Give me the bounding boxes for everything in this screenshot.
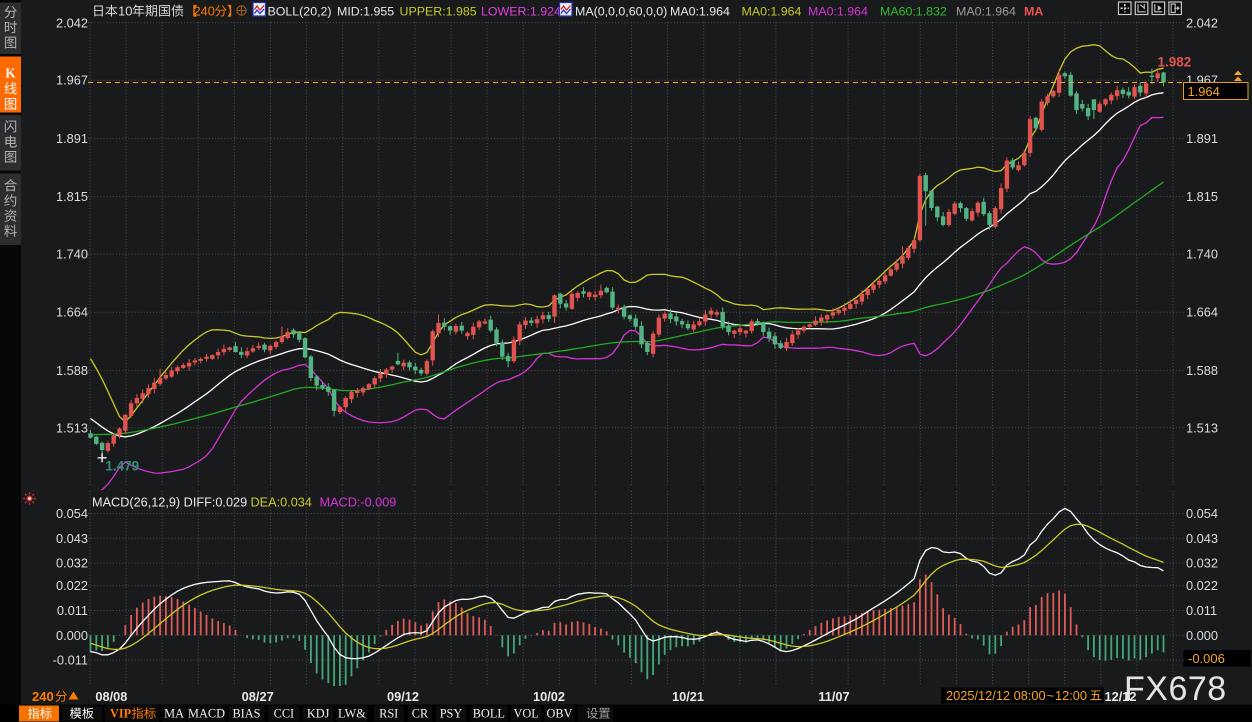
svg-text:MACD: MACD <box>188 707 225 721</box>
svg-text:0.000: 0.000 <box>1186 628 1218 643</box>
svg-text:1.982: 1.982 <box>1158 55 1192 70</box>
svg-text:09/12: 09/12 <box>387 689 419 704</box>
svg-text:12:00: 12:00 <box>1055 688 1087 703</box>
svg-text:10/02: 10/02 <box>533 689 565 704</box>
svg-text:0.032: 0.032 <box>56 556 88 571</box>
svg-text:1.740: 1.740 <box>1186 247 1218 262</box>
svg-text:0.022: 0.022 <box>1186 578 1218 593</box>
svg-text:1.967: 1.967 <box>56 73 88 88</box>
svg-text:MA: MA <box>164 707 184 721</box>
svg-text:MA: MA <box>1024 5 1043 19</box>
svg-text:CR: CR <box>412 707 429 721</box>
svg-text:08/08: 08/08 <box>95 689 127 704</box>
svg-text:-0.011: -0.011 <box>53 653 88 668</box>
svg-text:1.664: 1.664 <box>1186 305 1218 320</box>
svg-text:1.740: 1.740 <box>56 247 88 262</box>
svg-text:0.011: 0.011 <box>57 603 88 618</box>
svg-text:BIAS: BIAS <box>232 707 260 721</box>
svg-text:MA(0,0,0,60,0,0): MA(0,0,0,60,0,0) <box>575 5 667 19</box>
svg-text:0.032: 0.032 <box>1186 556 1218 571</box>
svg-text:MA60:1.832: MA60:1.832 <box>880 5 947 19</box>
svg-text:08/27: 08/27 <box>242 689 274 704</box>
svg-text:1.664: 1.664 <box>56 305 88 320</box>
svg-text:0.054: 0.054 <box>1186 506 1218 521</box>
svg-text:CCI: CCI <box>274 707 295 721</box>
svg-text:VOL: VOL <box>514 707 539 721</box>
svg-text:1.964: 1.964 <box>1188 84 1220 99</box>
svg-text:0.011: 0.011 <box>1186 603 1217 618</box>
svg-text:1.815: 1.815 <box>1186 189 1218 204</box>
svg-text:1.891: 1.891 <box>1186 131 1218 146</box>
svg-text:1.513: 1.513 <box>1186 420 1218 435</box>
svg-text:KDJ: KDJ <box>307 707 330 721</box>
svg-text:OBV: OBV <box>547 707 573 721</box>
svg-text:1.588: 1.588 <box>1186 363 1218 378</box>
svg-text:MA0:1.964: MA0:1.964 <box>670 5 730 19</box>
svg-text:LW&: LW& <box>338 707 366 721</box>
svg-text:~: ~ <box>1047 688 1054 703</box>
svg-text:12/12: 12/12 <box>1105 689 1137 704</box>
svg-text:0.022: 0.022 <box>56 578 88 593</box>
svg-text:2.042: 2.042 <box>56 15 88 30</box>
svg-text:VIP: VIP <box>110 707 132 721</box>
svg-text:MACD:-0.009: MACD:-0.009 <box>320 496 397 510</box>
svg-text:MA0:1.964: MA0:1.964 <box>808 5 868 19</box>
svg-text:0.043: 0.043 <box>1186 531 1218 546</box>
svg-text:1.513: 1.513 <box>56 420 88 435</box>
svg-text:1.479: 1.479 <box>105 459 139 474</box>
svg-text:0.000: 0.000 <box>56 628 88 643</box>
svg-text:-0.006: -0.006 <box>1188 651 1225 666</box>
svg-text:10/21: 10/21 <box>672 689 704 704</box>
svg-text:1.815: 1.815 <box>56 189 88 204</box>
svg-text:PSY: PSY <box>440 707 463 721</box>
svg-text:240: 240 <box>32 689 54 704</box>
svg-text:K: K <box>5 66 16 81</box>
svg-text:2.042: 2.042 <box>1186 15 1218 30</box>
svg-text:0.054: 0.054 <box>56 506 88 521</box>
svg-text:10: 10 <box>118 4 132 19</box>
svg-text:MID:1.955: MID:1.955 <box>337 5 394 19</box>
svg-text:UPPER:1.985: UPPER:1.985 <box>400 5 477 19</box>
svg-text:MACD(26,12,9) DIFF:0.029: MACD(26,12,9) DIFF:0.029 <box>92 496 247 510</box>
svg-text:1.891: 1.891 <box>56 131 88 146</box>
svg-text:FX678: FX678 <box>1124 670 1227 708</box>
svg-text:BOLL: BOLL <box>473 707 505 721</box>
svg-text:MA0:1.964: MA0:1.964 <box>742 5 802 19</box>
svg-text:1.588: 1.588 <box>56 363 88 378</box>
svg-text:2025/12/12 08:00: 2025/12/12 08:00 <box>946 688 1046 703</box>
svg-text:MA0:1.964: MA0:1.964 <box>956 5 1016 19</box>
svg-text:0.043: 0.043 <box>56 531 88 546</box>
svg-text:LOWER:1.924: LOWER:1.924 <box>481 5 561 19</box>
svg-text:BOLL(20,2): BOLL(20,2) <box>268 5 332 19</box>
svg-text:240: 240 <box>194 4 215 19</box>
svg-text:DEA:0.034: DEA:0.034 <box>251 496 312 510</box>
svg-text:11/07: 11/07 <box>818 689 849 704</box>
svg-text:RSI: RSI <box>379 707 398 721</box>
